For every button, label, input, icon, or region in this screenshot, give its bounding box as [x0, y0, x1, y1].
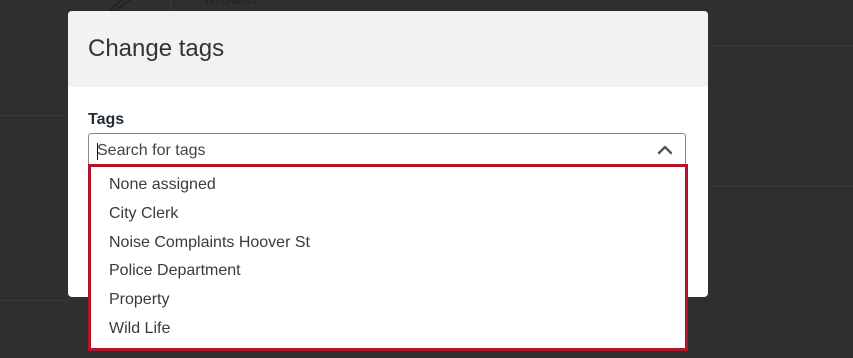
tag-option-wild-life[interactable]: Wild Life [91, 315, 685, 344]
dialog-title: Change tags [88, 35, 225, 62]
tags-label: Tags [88, 111, 125, 128]
background-divider [170, 0, 171, 10]
tags-dropdown-list: None assigned City Clerk Noise Complaint… [88, 164, 688, 351]
tag-option-city-clerk[interactable]: City Clerk [91, 200, 685, 229]
tags-select[interactable] [88, 133, 686, 167]
tag-option-property[interactable]: Property [91, 286, 685, 315]
background-divider [708, 45, 853, 46]
tag-option-none-assigned[interactable]: None assigned [91, 171, 685, 200]
tag-option-police-department[interactable]: Police Department [91, 257, 685, 286]
background-heading: Model [205, 0, 257, 9]
background-divider [0, 300, 68, 301]
text-cursor [97, 143, 98, 160]
tag-options: None assigned City Clerk Noise Complaint… [91, 167, 685, 344]
background-divider [0, 115, 68, 116]
dialog-header: Change tags [68, 11, 708, 87]
tag-option-noise-complaints[interactable]: Noise Complaints Hoover St [91, 229, 685, 258]
chevron-up-icon[interactable] [657, 143, 673, 157]
background-divider [708, 186, 853, 187]
tags-search-input[interactable] [97, 140, 637, 162]
